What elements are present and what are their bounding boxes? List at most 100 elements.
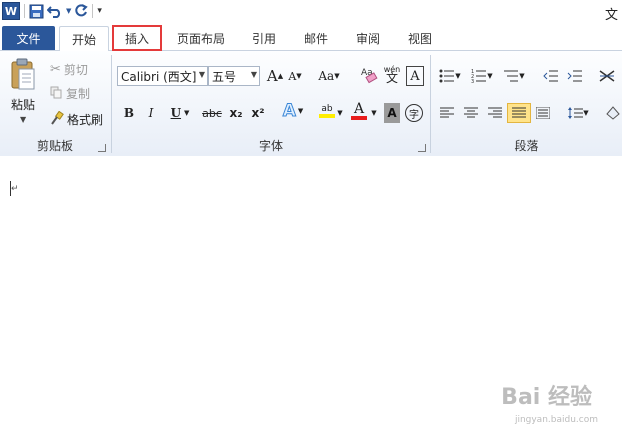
grow-font-button[interactable]: A ▲ <box>266 66 284 86</box>
asian-layout-icon[interactable] <box>597 66 617 86</box>
tab-view[interactable]: 视图 <box>400 27 440 49</box>
shrink-font-icon: A <box>288 69 297 83</box>
insert-tab-highlight <box>112 25 162 51</box>
font-group: Calibri (西文] ▼ 五号 ▼ A ▲ A ▼ Aa ▼ Aa wén 文 A… <box>112 51 430 156</box>
paste-icon[interactable] <box>10 58 36 90</box>
text-effects-icon: A <box>282 101 296 122</box>
subscript-button[interactable]: x₂ <box>226 103 246 123</box>
ribbon: 粘贴 ▼ ✂ 剪切 复制 格式刷 剪贴板 Calibri (西文] ▼ 五号 ▼… <box>0 50 622 157</box>
text-effects-button[interactable]: A ▼ <box>278 101 308 122</box>
grow-font-icon: A <box>266 67 278 85</box>
character-shading-icon: A <box>387 106 397 120</box>
watermark-url: jingyan.baidu.com <box>514 415 598 425</box>
tab-file[interactable]: 文件 <box>2 26 55 50</box>
font-color-dropdown-icon[interactable]: ▼ <box>370 103 378 123</box>
strikethrough-icon: abc <box>202 106 222 120</box>
clipboard-group: 粘贴 ▼ ✂ 剪切 复制 格式刷 剪贴板 <box>0 51 110 156</box>
ribbon-tab-bar: 文件 开始 插入 页面布局 引用 邮件 审阅 视图 <box>0 24 622 51</box>
justify-icon[interactable] <box>507 103 531 123</box>
decrease-indent-icon[interactable] <box>541 66 561 86</box>
align-right-icon[interactable] <box>485 103 505 123</box>
enclose-characters-icon: 字 <box>405 104 423 122</box>
svg-text:3: 3 <box>471 79 474 83</box>
watermark-logo: Bai 经验 <box>501 385 592 410</box>
phonetic-guide-button[interactable]: wén 文 <box>382 64 402 84</box>
cut-button[interactable]: ✂ 剪切 <box>50 61 88 78</box>
enclose-characters-button[interactable]: 字 <box>404 103 424 123</box>
italic-button[interactable]: I <box>142 103 160 123</box>
format-painter-button[interactable]: 格式刷 <box>50 110 104 128</box>
clear-formatting-button[interactable]: Aa <box>358 64 380 84</box>
bullets-dropdown-icon[interactable]: ▼ <box>453 66 463 86</box>
paste-dropdown-icon[interactable]: ▼ <box>20 115 26 124</box>
tab-home[interactable]: 开始 <box>59 26 109 51</box>
font-color-bar <box>351 115 367 120</box>
bold-icon: B <box>123 106 135 120</box>
align-center-icon[interactable] <box>461 103 481 123</box>
superscript-button[interactable]: x² <box>248 103 268 123</box>
font-color-button[interactable]: A <box>348 101 370 121</box>
superscript-icon: x² <box>251 106 265 120</box>
paste-button[interactable]: 粘贴 <box>11 96 35 113</box>
customize-qat-icon[interactable]: ▾ <box>97 2 102 20</box>
clipboard-dialog-launcher-icon[interactable] <box>98 144 106 152</box>
underline-icon: U <box>170 106 182 120</box>
font-size-select[interactable]: 五号 ▼ <box>208 66 260 86</box>
font-family-value: Calibri (西文] <box>121 69 197 84</box>
bold-button[interactable]: B <box>120 103 138 123</box>
chevron-down-icon: ▼ <box>198 70 205 79</box>
save-icon[interactable] <box>29 2 44 20</box>
highlighter-icon: ab <box>321 104 333 114</box>
paragraph-group-label: 段落 <box>514 139 539 153</box>
multilevel-dropdown-icon[interactable]: ▼ <box>517 66 527 86</box>
undo-icon[interactable] <box>47 2 63 20</box>
strikethrough-button[interactable]: abc <box>200 103 224 123</box>
tab-review[interactable]: 审阅 <box>348 27 388 49</box>
distributed-icon[interactable] <box>533 103 553 123</box>
line-spacing-dropdown-icon[interactable]: ▼ <box>581 103 591 123</box>
scissors-icon: ✂ <box>50 62 61 77</box>
redo-icon[interactable] <box>74 2 89 20</box>
tab-references[interactable]: 引用 <box>244 27 284 49</box>
font-size-value: 五号 <box>212 69 237 84</box>
highlight-color-bar <box>319 114 335 118</box>
font-color-icon: A <box>353 100 365 117</box>
numbering-dropdown-icon[interactable]: ▼ <box>485 66 495 86</box>
tab-page-layout[interactable]: 页面布局 <box>170 27 232 49</box>
brush-icon <box>50 110 64 128</box>
underline-button[interactable]: U ▼ <box>166 103 194 123</box>
font-family-select[interactable]: Calibri (西文] ▼ <box>117 66 208 86</box>
clear-formatting-icon: Aa <box>361 68 378 84</box>
cut-label: 剪切 <box>63 63 88 77</box>
qat-divider <box>92 4 94 18</box>
chevron-down-icon: ▼ <box>250 70 257 79</box>
character-border-icon: A <box>410 68 420 84</box>
copy-icon <box>50 86 63 102</box>
document-area[interactable]: ↵ Bai 经验 jingyan.baidu.com <box>0 156 622 431</box>
pinyin-char: 文 <box>385 71 398 85</box>
quick-access-toolbar: W ▼ ▾ <box>2 2 102 20</box>
increase-indent-icon[interactable] <box>565 66 585 86</box>
format-painter-label: 格式刷 <box>67 113 104 127</box>
copy-label: 复制 <box>66 87 91 101</box>
shrink-font-button[interactable]: A ▼ <box>286 66 304 86</box>
clipboard-group-label: 剪贴板 <box>36 139 73 153</box>
font-dialog-launcher-icon[interactable] <box>418 144 426 152</box>
window-title: 文 <box>604 8 618 23</box>
shading-icon[interactable] <box>603 103 622 123</box>
italic-icon: I <box>148 106 154 120</box>
paragraph-mark-icon: ↵ <box>11 184 19 194</box>
change-case-button[interactable]: Aa ▼ <box>316 66 342 86</box>
tab-mailings[interactable]: 邮件 <box>296 27 336 49</box>
highlight-dropdown-icon[interactable]: ▼ <box>336 103 344 123</box>
copy-button[interactable]: 复制 <box>50 85 90 102</box>
subscript-icon: x₂ <box>229 106 243 120</box>
qat-divider <box>24 4 25 18</box>
word-logo-icon[interactable]: W <box>2 2 20 20</box>
title-bar: W ▼ ▾ 文 <box>0 0 622 24</box>
undo-dropdown-icon[interactable]: ▼ <box>66 2 71 20</box>
character-shading-button[interactable]: A <box>384 103 400 123</box>
font-group-label: 字体 <box>258 139 283 153</box>
align-left-icon[interactable] <box>437 103 457 123</box>
character-border-button[interactable]: A <box>406 66 424 86</box>
